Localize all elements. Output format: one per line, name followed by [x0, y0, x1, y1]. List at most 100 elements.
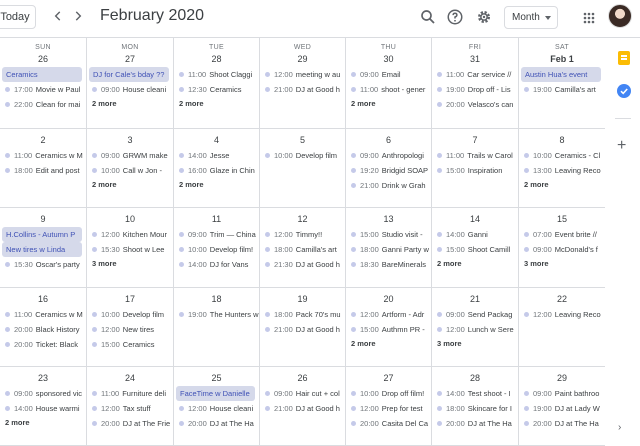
day-number[interactable]: 8: [519, 135, 605, 146]
all-day-event[interactable]: DJ for Cale's bday ??: [89, 67, 169, 82]
day-number[interactable]: 26: [0, 54, 86, 65]
event-item[interactable]: 12:00 Prep for test: [346, 401, 431, 416]
all-day-event[interactable]: Austin Hua's event: [521, 67, 601, 82]
event-item[interactable]: 15:30 Shoot w Lee: [87, 242, 173, 257]
event-item[interactable]: 21:00 DJ at Good h: [260, 401, 345, 416]
day-cell[interactable]: MON 27 DJ for Cale's bday ?? 09:00 House cle…: [87, 38, 174, 129]
day-cell[interactable]: SUN 26 Ceramics 17:00 Movie w Paul 22:00 Clean…: [0, 38, 87, 129]
event-item[interactable]: 15:00 Inspiration: [432, 163, 518, 178]
event-item[interactable]: 14:00 Test shoot - I: [432, 386, 518, 401]
day-cell[interactable]: 14 14:00 Ganni 15:00 Shoot Camill 2 more: [432, 208, 519, 288]
day-number[interactable]: 28: [432, 373, 518, 384]
day-number[interactable]: 12: [260, 214, 345, 225]
day-number[interactable]: 22: [519, 294, 605, 305]
day-cell[interactable]: 15 07:00 Event brite //09:00 McDonald's f3 …: [519, 208, 605, 288]
event-item[interactable]: 12:00 Tax stuff: [87, 401, 173, 416]
event-item[interactable]: 19:00 DJ at Lady W: [519, 401, 605, 416]
day-cell[interactable]: 29 09:00 Paint bathroo 19:00 DJ at Lady W 20:…: [519, 367, 605, 446]
search-icon[interactable]: [419, 8, 437, 26]
day-cell[interactable]: 21 09:00 Send Packag 12:00 Lunch w Sere 3 mor…: [432, 288, 519, 367]
day-number[interactable]: 25: [174, 373, 259, 384]
event-item[interactable]: 12:00 Leaving Reco: [519, 307, 605, 322]
event-item[interactable]: 10:00 Develop film: [87, 307, 173, 322]
event-item[interactable]: 14:00 DJ for Vans: [174, 257, 259, 272]
event-item[interactable]: 11:00 Ceramics w M: [0, 307, 86, 322]
event-item[interactable]: 09:00 Anthropologi: [346, 148, 431, 163]
event-item[interactable]: 18:30 BareMinerals: [346, 257, 431, 272]
all-day-event[interactable]: Ceramics: [2, 67, 82, 82]
gear-icon[interactable]: [475, 8, 493, 26]
event-item[interactable]: 20:00 Velasco's can: [432, 97, 518, 112]
keep-icon[interactable]: [618, 51, 630, 65]
event-item[interactable]: 11:00 shoot - gener: [346, 82, 431, 97]
event-item[interactable]: 20:00 Black History: [0, 322, 86, 337]
event-item[interactable]: 07:00 Event brite //: [519, 227, 605, 242]
day-number[interactable]: 10: [87, 214, 173, 225]
day-number[interactable]: 20: [346, 294, 431, 305]
all-day-event[interactable]: FaceTime w Danielle: [176, 386, 255, 401]
event-item[interactable]: 20:00 Ticket: Black: [0, 337, 86, 352]
day-number[interactable]: 16: [0, 294, 86, 305]
tasks-icon[interactable]: [617, 84, 631, 98]
event-item[interactable]: 12:00 meeting w au: [260, 67, 345, 82]
day-cell[interactable]: 17 10:00 Develop film 12:00 New tires 15:00 Ce…: [87, 288, 174, 367]
apps-grid-icon[interactable]: [583, 11, 595, 24]
event-item[interactable]: 15:00 Studio visit -: [346, 227, 431, 242]
day-number[interactable]: 4: [174, 135, 259, 146]
day-cell[interactable]: 10 12:00 Kitchen Mour 15:30 Shoot w Lee 3 mor…: [87, 208, 174, 288]
day-cell[interactable]: 2 11:00 Ceramics w M 18:00 Edit and post: [0, 129, 87, 208]
event-item[interactable]: 18:00 Ganni Party w: [346, 242, 431, 257]
more-events-link[interactable]: 3 more: [519, 257, 605, 271]
day-number[interactable]: 28: [174, 54, 259, 65]
day-cell[interactable]: 19 18:00 Pack 70's mu 21:00 DJ at Good h: [260, 288, 346, 367]
day-cell[interactable]: 27 10:00 Drop off film! 12:00 Prep for test 2…: [346, 367, 432, 446]
all-day-event[interactable]: New tires w Linda: [2, 242, 82, 257]
event-item[interactable]: 18:00 Edit and post: [0, 163, 86, 178]
view-select[interactable]: Month: [504, 6, 558, 29]
event-item[interactable]: 10:00 Ceramics - Cl: [519, 148, 605, 163]
event-item[interactable]: 09:00 Email: [346, 67, 431, 82]
day-cell[interactable]: 25 FaceTime w Danielle 12:00 House cleani 20…: [174, 367, 260, 446]
event-item[interactable]: 19:00 Camilla's art: [519, 82, 605, 97]
help-icon[interactable]: [446, 8, 464, 26]
event-item[interactable]: 11:00 Car service //: [432, 67, 518, 82]
more-events-link[interactable]: 2 more: [346, 337, 431, 351]
event-item[interactable]: 19:00 The Hunters w: [174, 307, 259, 322]
event-item[interactable]: 19:20 Bridgid SOAP: [346, 163, 431, 178]
avatar[interactable]: [608, 4, 632, 28]
day-number[interactable]: Feb 1: [519, 54, 605, 65]
event-item[interactable]: 15:00 Ceramics: [87, 337, 173, 352]
more-events-link[interactable]: 2 more: [174, 178, 259, 192]
event-item[interactable]: 15:00 Authmn PR -: [346, 322, 431, 337]
day-cell[interactable]: 3 09:00 GRWM make 10:00 Call w Jon -2 more: [87, 129, 174, 208]
day-number[interactable]: 18: [174, 294, 259, 305]
day-number[interactable]: 14: [432, 214, 518, 225]
event-item[interactable]: 14:00 Jesse: [174, 148, 259, 163]
event-item[interactable]: 12:00 Kitchen Mour: [87, 227, 173, 242]
more-events-link[interactable]: 2 more: [87, 97, 173, 111]
day-number[interactable]: 3: [87, 135, 173, 146]
day-cell[interactable]: 4 14:00 Jesse 16:00 Glaze in Chin 2 more: [174, 129, 260, 208]
event-item[interactable]: 13:00 Leaving Reco: [519, 163, 605, 178]
all-day-event[interactable]: H.Collins - Autumn P: [2, 227, 82, 242]
event-item[interactable]: 12:00 New tires: [87, 322, 173, 337]
event-item[interactable]: 21:30 DJ at Good h: [260, 257, 345, 272]
event-item[interactable]: 18:00 Skincare for I: [432, 401, 518, 416]
day-cell[interactable]: 9 H.Collins - Autumn P New tires w Linda 15…: [0, 208, 87, 288]
day-number[interactable]: 19: [260, 294, 345, 305]
day-cell[interactable]: THU 30 09:00 Email 11:00 shoot - gener 2 more: [346, 38, 432, 129]
event-item[interactable]: 12:00 Artform - Adr: [346, 307, 431, 322]
day-number[interactable]: 13: [346, 214, 431, 225]
day-number[interactable]: 5: [260, 135, 345, 146]
event-item[interactable]: 20:00 Casita Del Ca: [346, 416, 431, 431]
event-item[interactable]: 18:00 Pack 70's mu: [260, 307, 345, 322]
event-item[interactable]: 21:00 DJ at Good h: [260, 322, 345, 337]
day-number[interactable]: 2: [0, 135, 86, 146]
event-item[interactable]: 19:00 Drop off - Lis: [432, 82, 518, 97]
event-item[interactable]: 16:00 Glaze in Chin: [174, 163, 259, 178]
day-cell[interactable]: 13 15:00 Studio visit -18:00 Ganni Party w1…: [346, 208, 432, 288]
day-cell[interactable]: 20 12:00 Artform - Adr 15:00 Authmn PR -2 mo…: [346, 288, 432, 367]
event-item[interactable]: 11:00 Furniture deli: [87, 386, 173, 401]
chevron-left-icon[interactable]: [50, 8, 66, 24]
day-cell[interactable]: 22 12:00 Leaving Reco: [519, 288, 605, 367]
